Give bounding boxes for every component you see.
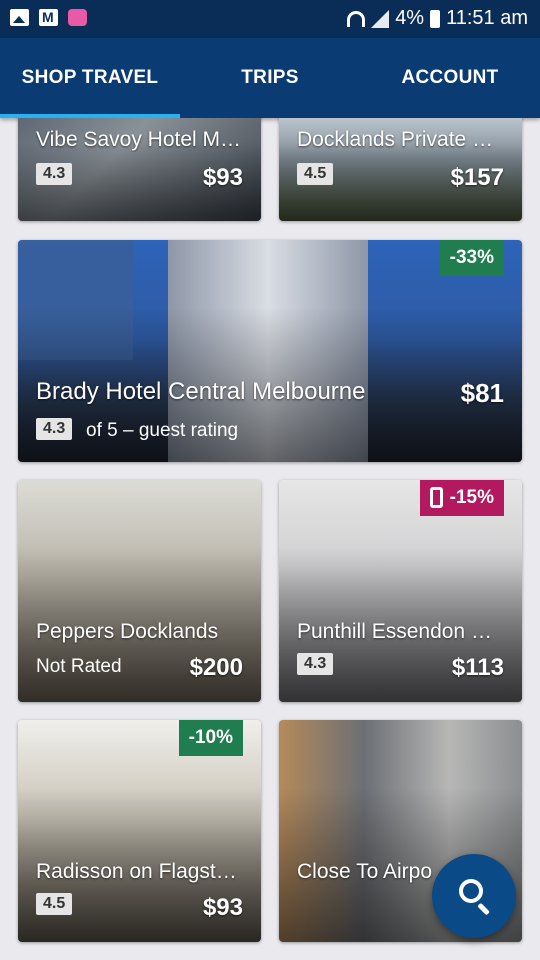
discount-badge: -33%	[439, 240, 504, 276]
hotel-name: Brady Hotel Central Melbourne	[36, 378, 366, 405]
rating-badge: 4.5	[297, 163, 334, 185]
hotel-card[interactable]: Vibe Savoy Hotel M… 4.3 $93	[18, 118, 261, 221]
hotel-price: $93	[202, 164, 243, 191]
hotel-name: Radisson on Flagst…	[36, 860, 237, 883]
hotel-name: Peppers Docklands	[36, 620, 219, 643]
signal-icon	[371, 9, 390, 28]
battery-icon	[430, 9, 441, 28]
hotel-price: $157	[450, 164, 504, 191]
hotel-card[interactable]: -15% Punthill Essendon … 4.3 $113	[279, 480, 522, 702]
hotel-price: $113	[451, 654, 504, 681]
rating-caption: of 5 – guest rating	[86, 420, 239, 441]
tab-shop-travel[interactable]: SHOP TRAVEL	[0, 38, 180, 118]
battery-percent: 4%	[395, 7, 425, 29]
hotel-list[interactable]: Vibe Savoy Hotel M… 4.3 $93 Docklands Pr…	[0, 118, 540, 960]
hotel-card[interactable]: -10% Radisson on Flagst… 4.5 $93	[18, 720, 261, 942]
rating-badge: 4.3	[297, 653, 334, 675]
mail-notification-icon	[39, 9, 58, 26]
notification-icons	[10, 9, 87, 26]
hotel-price: $93	[202, 894, 243, 921]
hotel-card[interactable]: Peppers Docklands Not Rated $200	[18, 480, 261, 702]
discount-value: -15%	[449, 487, 494, 508]
search-icon	[459, 879, 483, 903]
rating-badge: 4.5	[36, 893, 73, 915]
hotel-card[interactable]: Docklands Private … 4.5 $157	[279, 118, 522, 221]
system-status: 4% 11:51 am	[347, 7, 528, 30]
top-tab-bar: SHOP TRAVEL TRIPS ACCOUNT	[0, 38, 540, 118]
search-fab[interactable]	[432, 854, 516, 938]
shopping-bag-notification-icon	[68, 9, 87, 26]
hotel-price: $200	[189, 654, 243, 681]
hotel-name: Punthill Essendon …	[297, 620, 492, 643]
clock: 11:51 am	[446, 7, 528, 29]
tab-trips[interactable]: TRIPS	[180, 38, 360, 118]
discount-badge: -10%	[178, 720, 243, 756]
status-bar: 4% 11:51 am	[0, 0, 540, 38]
hotel-name: Docklands Private …	[297, 128, 494, 151]
rating-badge: 4.3	[36, 418, 73, 440]
tab-account[interactable]: ACCOUNT	[360, 38, 540, 118]
mobile-discount-badge: -15%	[419, 480, 504, 516]
rating-status: Not Rated	[36, 656, 122, 677]
hotel-price: $81	[460, 378, 504, 408]
wifi-icon	[347, 10, 366, 27]
rating-badge: 4.3	[36, 163, 73, 185]
hotel-card-featured[interactable]: -33% Brady Hotel Central Melbourne $81 4…	[18, 240, 522, 462]
image-notification-icon	[10, 9, 29, 26]
hotel-name: Vibe Savoy Hotel M…	[36, 128, 242, 151]
phone-icon	[429, 487, 443, 509]
